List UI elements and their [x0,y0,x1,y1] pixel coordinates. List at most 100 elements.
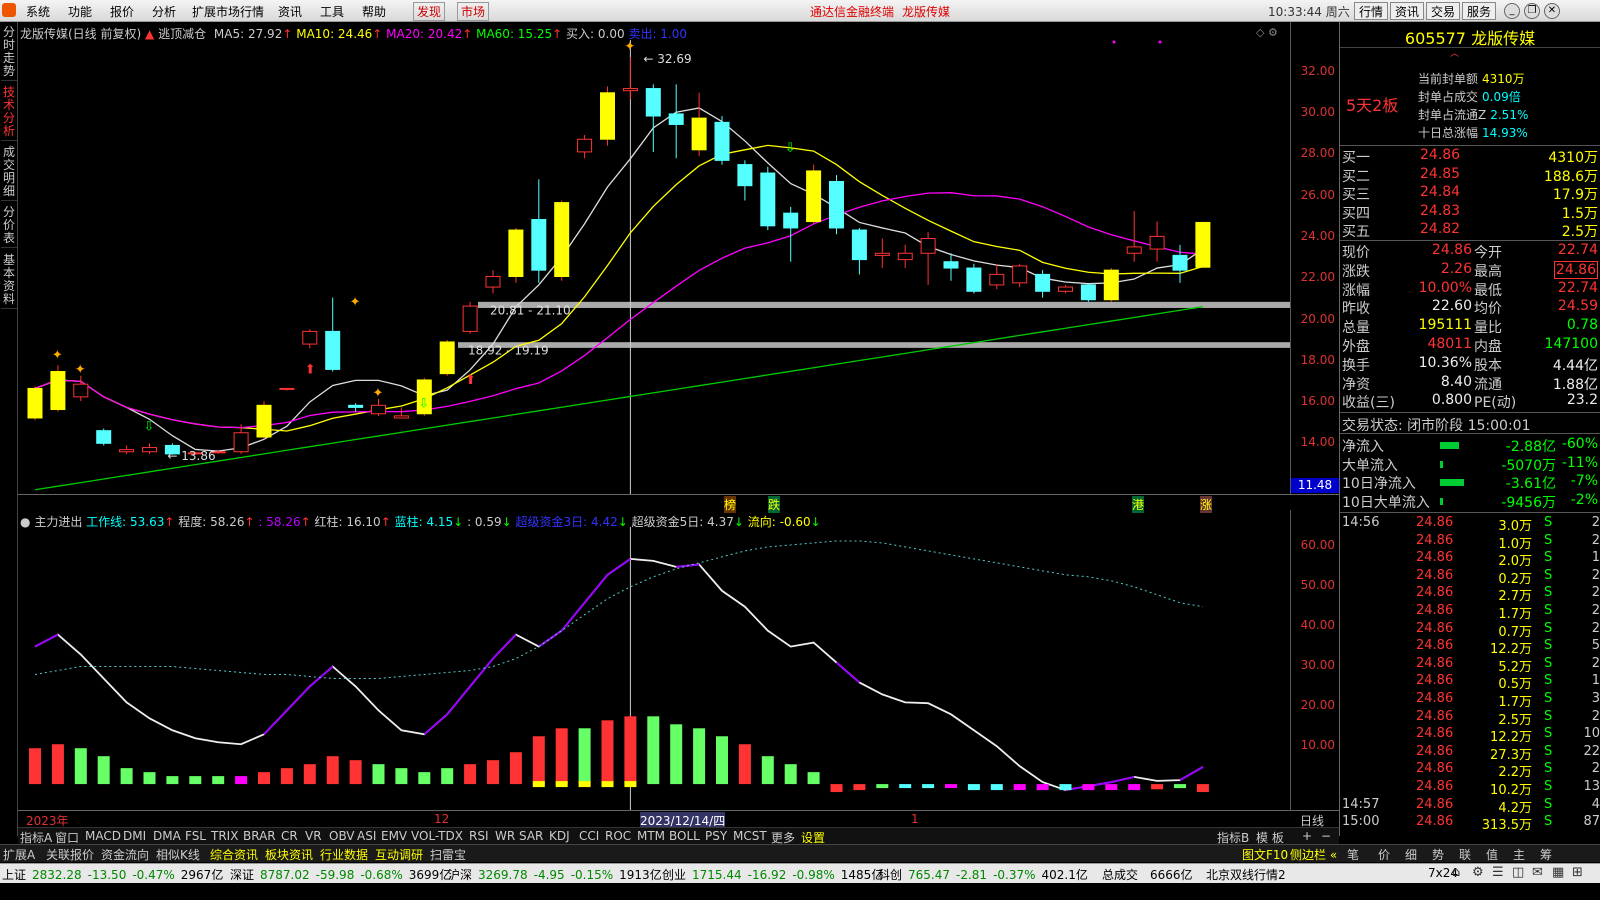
indicator-tab-9[interactable]: VR [305,829,322,843]
indicator-tab-8[interactable]: CR [281,829,298,843]
candle[interactable] [462,301,478,334]
tab-technical[interactable]: 技术分析 [1,84,17,141]
candle[interactable] [600,86,615,146]
top-btn-quote[interactable]: 行情 [1354,2,1389,20]
indicator-tab-21[interactable]: BOLL [669,829,700,843]
candle[interactable] [50,365,66,412]
indicator-chart[interactable] [18,527,1290,810]
candle[interactable] [1149,221,1165,262]
ext-right-5[interactable]: 势 [1432,846,1444,863]
candle[interactable] [1103,268,1119,302]
candle[interactable] [829,175,844,235]
status-tool-icon[interactable]: ⚙ [1472,865,1484,880]
status-index-0[interactable]: 上证 2832.28 -13.50 -0.47% 2967亿 [2,866,223,883]
status-index-4[interactable]: 科创 765.47 -2.81 -0.37% 402.1亿 [878,866,1088,883]
indicator-tab-5[interactable]: FSL [185,829,206,843]
event-mark-bang[interactable]: 榜 [724,496,737,513]
indicator-right-2[interactable]: + [1302,829,1312,843]
menu-help[interactable]: 帮助 [362,3,386,20]
candle[interactable] [783,206,799,262]
candle[interactable] [279,387,295,391]
indicator-tab-13[interactable]: VOL-TDX [411,829,463,843]
candle[interactable] [920,232,936,285]
ext-tab-3[interactable]: 相似K线 [156,846,200,863]
indicator-tab-19[interactable]: ROC [605,829,631,843]
menu-analysis[interactable]: 分析 [152,3,176,20]
tab-fundamentals[interactable]: 基本资料 [1,252,17,309]
ext-tab-5[interactable]: 板块资讯 [265,846,313,863]
tab-price-table[interactable]: 分价表 [1,204,17,248]
candle[interactable] [348,403,364,412]
top-btn-service[interactable]: 服务 [1462,2,1497,20]
candle[interactable] [119,445,135,454]
ext-tab-0[interactable]: 扩展A [3,846,35,863]
event-mark-zhang[interactable]: 涨 [1200,496,1213,513]
status-tool-icon[interactable]: ⌂ [1452,865,1460,880]
candle[interactable] [1195,221,1211,268]
minimize-icon[interactable]: _ [1504,3,1520,19]
candle[interactable] [806,164,822,224]
candle[interactable] [1058,284,1073,294]
indicator-tab-4[interactable]: DMA [153,829,181,843]
bid-price[interactable]: 24.85 [1420,166,1460,182]
event-mark-die[interactable]: 跌 [768,496,781,513]
candle[interactable] [1126,211,1142,262]
menu-quote[interactable]: 报价 [110,3,134,20]
candle[interactable] [737,160,753,201]
tab-trade-detail[interactable]: 成交明细 [1,144,17,201]
collapse-icon[interactable]: ︿ [1450,46,1459,59]
candle[interactable] [508,227,524,283]
top-btn-news[interactable]: 资讯 [1390,2,1425,20]
status-tool-icon[interactable]: ⊞ [1572,865,1583,880]
candle[interactable] [577,135,593,159]
ext-right-3[interactable]: 价 [1378,846,1390,863]
close-icon[interactable]: ✕ [1544,3,1560,19]
indicator-tab-2[interactable]: MACD [85,829,121,843]
restore-icon[interactable]: ❐ [1524,3,1540,19]
ext-tab-1[interactable]: 关联报价 [46,846,94,863]
candlestick-chart[interactable]: ← 32.69 ← 13.86 20.81 - 21.10 18.92 - 19.19… [18,40,1290,494]
candle[interactable] [622,57,638,100]
indicator-tab-18[interactable]: CCI [579,829,599,843]
candle[interactable] [302,329,318,349]
ext-right-6[interactable]: 联 [1459,846,1471,863]
candle[interactable] [73,375,89,402]
bid-price[interactable]: 24.83 [1420,203,1460,219]
indicator-tab-12[interactable]: EMV [381,829,407,843]
candle[interactable] [1035,270,1051,298]
candle[interactable] [645,84,661,152]
status-tool-icon[interactable]: ◫ [1512,865,1524,880]
app-logo-icon[interactable] [2,3,16,17]
candle[interactable] [714,116,730,165]
status-tool-icon[interactable]: ✉ [1532,865,1543,880]
candle[interactable] [27,386,43,421]
candle[interactable] [966,263,982,294]
menu-function[interactable]: 功能 [68,3,92,20]
bid-price[interactable]: 24.86 [1420,147,1460,163]
top-btn-trade[interactable]: 交易 [1426,2,1461,20]
candle[interactable] [851,227,867,275]
indicator-name[interactable]: 逃顶减仓 [158,27,206,41]
candle[interactable] [897,244,913,269]
candle[interactable] [943,253,959,281]
chart-settings-icon[interactable]: ◇ ⚙ [1256,26,1278,39]
ext-tab-4[interactable]: 综合资讯 [210,846,258,863]
ext-tab-6[interactable]: 行业数据 [320,846,368,863]
candle[interactable] [989,263,1005,290]
candle[interactable] [554,200,570,281]
tab-intraday[interactable]: 分时走势 [1,24,17,81]
indicator-tab-20[interactable]: MTM [637,829,665,843]
candle[interactable] [256,401,272,440]
ext-right-4[interactable]: 细 [1405,846,1417,863]
indicator-tab-22[interactable]: PSY [705,829,727,843]
candle[interactable] [485,270,501,294]
indicator-tab-7[interactable]: BRAR [243,829,276,843]
ext-right-9[interactable]: 筹 [1540,846,1552,863]
indicator-tab-6[interactable]: TRIX [211,829,238,843]
status-index-2[interactable]: 沪深 3269.78 -4.95 -0.15% 1913亿 [448,866,662,883]
candle[interactable] [668,84,684,159]
menu-discover[interactable]: 发现 [413,2,446,21]
ext-right-1[interactable]: 侧边栏 « [1290,846,1337,863]
candle[interactable] [691,92,707,157]
indicator-tab-23[interactable]: MCST [733,829,767,843]
